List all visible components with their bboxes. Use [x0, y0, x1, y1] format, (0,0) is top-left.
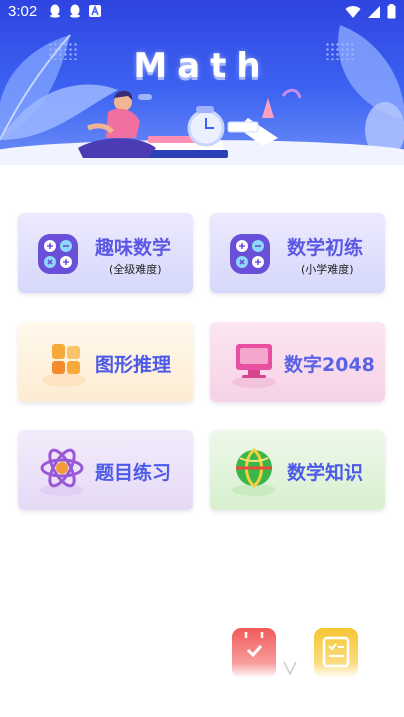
notification-icons: [48, 4, 102, 18]
shape-reasoning-card[interactable]: 图形推理: [18, 322, 193, 402]
blocks-icon: [42, 344, 86, 387]
number-2048-card[interactable]: 数字2048: [210, 322, 385, 402]
card-label: 数学知识: [287, 462, 364, 484]
header-banner: 3:02 Math: [0, 0, 404, 165]
signal-icon: [368, 5, 380, 18]
exercise-card[interactable]: 题目练习: [18, 430, 193, 510]
atom-icon: [40, 448, 84, 496]
student-illustration-icon: [78, 88, 302, 158]
monitor-icon: [232, 344, 276, 388]
calculator-icon: [38, 234, 78, 274]
card-label: 数学初练: [287, 237, 364, 259]
status-bar: 3:02: [0, 0, 404, 24]
math-beginner-card[interactable]: 数学初练 (小学难度): [210, 213, 385, 293]
status-time: 3:02: [8, 3, 38, 20]
checklist-icon[interactable]: [314, 628, 358, 678]
card-label: 图形推理: [95, 354, 172, 376]
app-a-icon: [89, 4, 101, 17]
math-knowledge-card[interactable]: 数学知识: [210, 430, 385, 510]
card-label: 趣味数学: [95, 237, 172, 259]
card-label: 题目练习: [95, 462, 172, 484]
card-label: 数字2048: [284, 354, 375, 376]
wifi-icon: [345, 5, 361, 18]
banner-title: Math: [133, 46, 271, 86]
qq-icon: [50, 4, 60, 18]
fun-math-card[interactable]: 趣味数学 (全级难度): [18, 213, 193, 293]
system-icons: [345, 4, 396, 19]
globe-icon: [232, 448, 276, 496]
card-sublabel: (全级难度): [109, 263, 162, 276]
battery-icon: [387, 4, 396, 19]
calculator-icon: [230, 234, 270, 274]
card-sublabel: (小学难度): [301, 263, 354, 276]
qq-icon: [70, 4, 80, 18]
